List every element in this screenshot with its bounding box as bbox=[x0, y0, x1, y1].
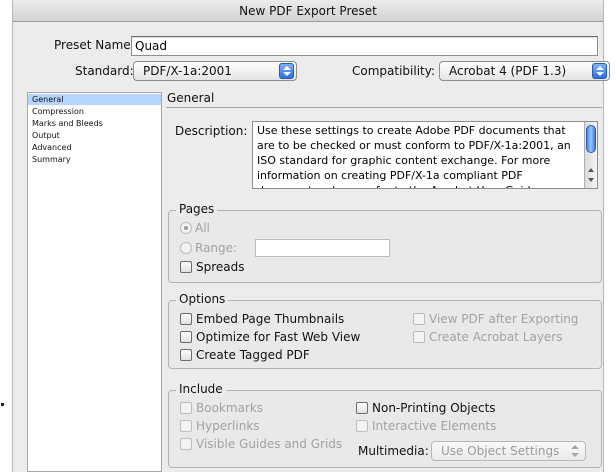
compatibility-value: Acrobat 4 (PDF 1.3) bbox=[449, 64, 567, 78]
checkbox-icon bbox=[180, 402, 192, 414]
visible-guides-label: Visible Guides and Grids bbox=[196, 437, 343, 451]
checkbox-icon bbox=[356, 420, 368, 432]
sidebar-item-summary[interactable]: Summary bbox=[28, 154, 161, 165]
view-after-export-label: View PDF after Exporting bbox=[429, 312, 579, 326]
tagged-pdf-checkbox[interactable]: Create Tagged PDF bbox=[180, 347, 310, 363]
window-title: New PDF Export Preset bbox=[13, 0, 603, 22]
spreads-checkbox[interactable]: Spreads bbox=[180, 259, 245, 275]
tagged-pdf-label: Create Tagged PDF bbox=[196, 348, 310, 362]
pages-range-label: Range: bbox=[195, 241, 238, 255]
pages-all-label: All bbox=[195, 221, 210, 235]
view-after-export-checkbox[interactable]: View PDF after Exporting bbox=[413, 311, 579, 327]
standard-popup[interactable]: PDF/X-1a:2001 bbox=[133, 61, 297, 81]
scroll-up-arrow-icon[interactable] bbox=[588, 168, 594, 172]
multimedia-label: Multimedia: bbox=[358, 444, 429, 458]
preset-name-label: Preset Name: bbox=[54, 38, 135, 52]
radio-icon bbox=[180, 242, 192, 254]
compatibility-popup[interactable]: Acrobat 4 (PDF 1.3) bbox=[439, 61, 610, 81]
acrobat-layers-label: Create Acrobat Layers bbox=[429, 330, 563, 344]
optimize-web-label: Optimize for Fast Web View bbox=[196, 330, 361, 344]
page-range-input[interactable] bbox=[255, 239, 390, 257]
description-textarea[interactable]: Use these settings to create Adobe PDF d… bbox=[252, 121, 598, 189]
checkbox-icon bbox=[180, 349, 192, 361]
sidebar-item-output[interactable]: Output bbox=[28, 130, 161, 141]
checkbox-icon bbox=[180, 313, 192, 325]
pages-range-radio[interactable]: Range: bbox=[180, 240, 237, 256]
category-list[interactable]: General Compression Marks and Bleeds Out… bbox=[27, 92, 162, 472]
checkbox-icon bbox=[413, 313, 425, 325]
embed-thumbnails-checkbox[interactable]: Embed Page Thumbnails bbox=[180, 311, 344, 327]
optimize-web-checkbox[interactable]: Optimize for Fast Web View bbox=[180, 329, 360, 345]
popup-arrows-icon bbox=[279, 63, 294, 79]
checkbox-icon bbox=[180, 261, 192, 273]
section-title-general: General bbox=[167, 91, 215, 105]
standard-value: PDF/X-1a:2001 bbox=[143, 64, 232, 78]
compatibility-label: Compatibility: bbox=[352, 64, 436, 78]
bookmarks-label: Bookmarks bbox=[196, 401, 264, 415]
checkbox-icon bbox=[356, 402, 368, 414]
non-printing-checkbox[interactable]: Non-Printing Objects bbox=[356, 400, 496, 416]
preset-name-field[interactable]: Quad bbox=[131, 36, 598, 56]
options-group-title: Options bbox=[176, 292, 229, 306]
hyperlinks-label: Hyperlinks bbox=[196, 419, 260, 433]
description-text: Use these settings to create Adobe PDF d… bbox=[257, 124, 571, 188]
scroll-thumb[interactable] bbox=[586, 125, 596, 153]
non-printing-label: Non-Printing Objects bbox=[372, 401, 496, 415]
checkbox-icon bbox=[180, 420, 192, 432]
embed-thumbnails-label: Embed Page Thumbnails bbox=[196, 312, 345, 326]
sidebar-item-compression[interactable]: Compression bbox=[28, 106, 161, 117]
include-group-title: Include bbox=[176, 382, 226, 396]
popup-arrows-icon bbox=[568, 443, 583, 459]
pages-group-title: Pages bbox=[176, 202, 218, 216]
acrobat-layers-checkbox[interactable]: Create Acrobat Layers bbox=[413, 329, 563, 345]
checkbox-icon bbox=[180, 331, 192, 343]
hyperlinks-checkbox[interactable]: Hyperlinks bbox=[180, 418, 260, 434]
section-divider bbox=[166, 107, 602, 108]
radio-selected-icon bbox=[180, 222, 192, 234]
visible-guides-checkbox[interactable]: Visible Guides and Grids bbox=[180, 436, 342, 452]
standard-label: Standard: bbox=[75, 64, 134, 78]
bullet-dot bbox=[1, 403, 4, 406]
description-label: Description: bbox=[175, 124, 248, 138]
multimedia-popup[interactable]: Use Object Settings bbox=[431, 441, 586, 461]
sidebar-item-marks-and-bleeds[interactable]: Marks and Bleeds bbox=[28, 118, 161, 129]
sidebar-item-general[interactable]: General bbox=[28, 94, 161, 105]
popup-arrows-icon bbox=[592, 63, 607, 79]
interactive-elements-label: Interactive Elements bbox=[372, 419, 497, 433]
pages-all-radio[interactable]: All bbox=[180, 220, 210, 236]
interactive-elements-checkbox[interactable]: Interactive Elements bbox=[356, 418, 496, 434]
scroll-down-arrow-icon[interactable] bbox=[588, 178, 594, 182]
checkbox-icon bbox=[413, 331, 425, 343]
bookmarks-checkbox[interactable]: Bookmarks bbox=[180, 400, 263, 416]
spreads-label: Spreads bbox=[196, 260, 245, 274]
sidebar-item-advanced[interactable]: Advanced bbox=[28, 142, 161, 153]
description-scrollbar[interactable] bbox=[584, 122, 597, 188]
multimedia-value: Use Object Settings bbox=[441, 444, 560, 458]
checkbox-icon bbox=[180, 438, 192, 450]
export-preset-dialog: New PDF Export Preset Preset Name: Quad … bbox=[12, 0, 610, 472]
